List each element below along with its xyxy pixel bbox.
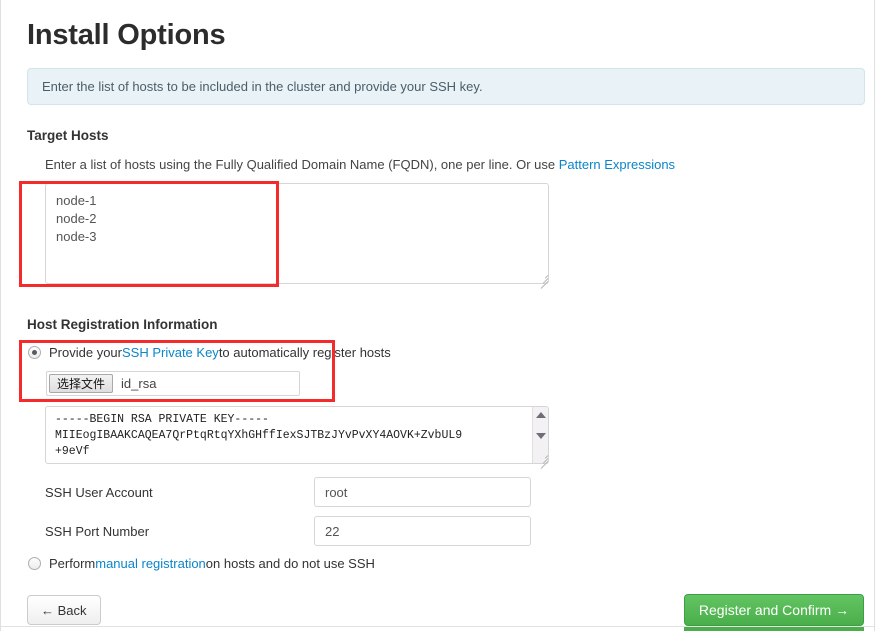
target-hosts-heading: Target Hosts (27, 128, 109, 143)
ssh-private-key-text: -----BEGIN RSA PRIVATE KEY----- MIIEogIB… (55, 413, 463, 458)
ssh-user-account-input[interactable] (314, 477, 531, 507)
radio-manual-registration-icon[interactable] (28, 557, 41, 570)
target-hosts-help-text: Enter a list of hosts using the Fully Qu… (45, 157, 675, 172)
radio-manual-label-suffix: on hosts and do not use SSH (205, 556, 375, 571)
radio-ssh-label-prefix: Provide your (49, 345, 122, 360)
choose-file-button[interactable]: 选择文件 (49, 374, 114, 393)
back-button[interactable]: ← Back (27, 595, 101, 625)
ssh-user-account-label: SSH User Account (45, 485, 153, 500)
help-text-prefix: Enter a list of hosts using the Fully Qu… (45, 157, 559, 172)
ssh-port-number-input[interactable] (314, 516, 531, 546)
info-banner: Enter the list of hosts to be included i… (27, 68, 865, 105)
ssh-private-key-link[interactable]: SSH Private Key (122, 345, 219, 360)
bottom-accent-bar (684, 627, 864, 631)
radio-ssh-key-icon[interactable] (28, 346, 41, 359)
pattern-expressions-link[interactable]: Pattern Expressions (559, 157, 675, 172)
page-title: Install Options (27, 19, 226, 51)
scroll-up-arrow-icon[interactable] (535, 412, 546, 418)
install-options-page: Install Options Enter the list of hosts … (0, 0, 875, 631)
info-banner-text: Enter the list of hosts to be included i… (42, 79, 483, 94)
register-and-confirm-button[interactable]: Register and Confirm → (684, 594, 864, 626)
ssh-key-file-picker[interactable]: 选择文件 id_rsa (46, 371, 300, 396)
radio-manual-label-prefix: Perform (49, 556, 96, 571)
target-hosts-input[interactable] (45, 183, 549, 284)
ssh-key-scrollbar[interactable] (532, 407, 548, 463)
scroll-down-arrow-icon[interactable] (535, 433, 546, 439)
ssh-private-key-textarea[interactable]: -----BEGIN RSA PRIVATE KEY----- MIIEogIB… (45, 406, 549, 464)
radio-option-manual-registration[interactable]: Perform manual registration on hosts and… (28, 556, 375, 571)
ssh-port-number-label: SSH Port Number (45, 524, 150, 539)
selected-file-name: id_rsa (121, 376, 157, 391)
radio-option-ssh-key[interactable]: Provide your SSH Private Key to automati… (28, 345, 391, 360)
radio-ssh-label-suffix: to automatically register hosts (218, 345, 391, 360)
manual-registration-link[interactable]: manual registration (95, 556, 206, 571)
host-registration-heading: Host Registration Information (27, 317, 218, 332)
